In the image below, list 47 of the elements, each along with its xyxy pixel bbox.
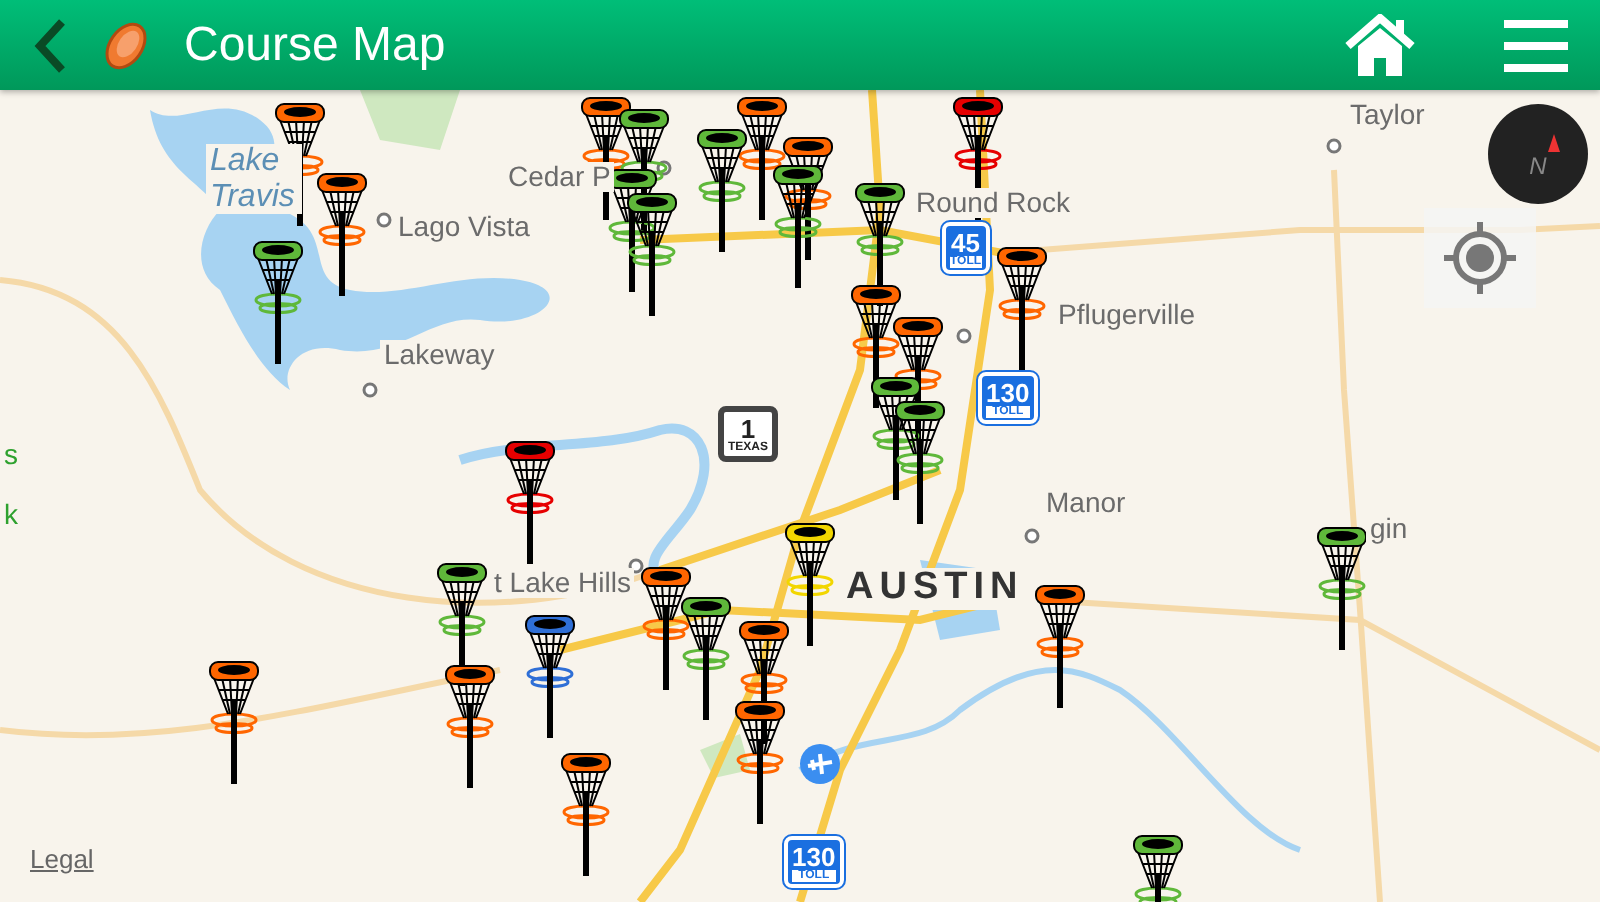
back-button[interactable] <box>32 17 68 73</box>
place-label: Lago Vista <box>394 212 534 243</box>
disc-golf-basket-pin[interactable] <box>994 246 1050 370</box>
place-label: Pflugerville <box>1054 300 1199 331</box>
disc-golf-basket-pin[interactable] <box>624 192 680 316</box>
town-marker-icon <box>362 382 378 398</box>
town-marker-icon <box>1024 528 1040 544</box>
town-marker-icon <box>628 558 644 574</box>
compass-needle-icon <box>1548 134 1560 152</box>
disc-golf-basket-pin[interactable] <box>1314 526 1370 650</box>
disc-golf-basket-pin[interactable] <box>558 752 614 876</box>
place-label: Round Rock <box>912 188 1075 219</box>
legal-link[interactable]: Legal <box>30 839 94 878</box>
place-label: Lakeway <box>380 340 499 371</box>
disc-golf-basket-pin[interactable] <box>250 240 306 364</box>
disc-icon <box>100 19 152 71</box>
town-marker-icon <box>376 212 392 228</box>
place-label: Taylor <box>1346 100 1429 131</box>
disc-golf-basket-pin[interactable] <box>892 400 948 524</box>
lake-label: Lake Travis <box>206 144 302 215</box>
compass[interactable]: N <box>1488 104 1588 204</box>
page-title: Course Map <box>184 21 446 69</box>
place-label: t Lake Hills <box>490 568 635 599</box>
menu-button[interactable] <box>1504 19 1568 71</box>
disc-golf-basket-pin[interactable] <box>502 440 558 564</box>
disc-golf-basket-pin[interactable] <box>678 596 734 720</box>
disc-golf-basket-pin[interactable] <box>1032 584 1088 708</box>
place-label: Cedar P <box>504 162 615 193</box>
disc-golf-basket-pin[interactable] <box>770 164 826 288</box>
town-marker-icon <box>1326 138 1342 154</box>
disc-golf-basket-pin[interactable] <box>314 172 370 296</box>
compass-label: N <box>1527 150 1549 184</box>
town-marker-icon <box>656 160 672 176</box>
locate-button[interactable] <box>1424 208 1536 308</box>
disc-golf-basket-pin[interactable] <box>206 660 262 784</box>
place-label: gin <box>1366 514 1412 545</box>
disc-golf-basket-pin[interactable] <box>522 614 578 738</box>
disc-golf-basket-pin[interactable] <box>442 664 498 788</box>
disc-golf-basket-pin[interactable] <box>638 566 694 690</box>
disc-golf-basket-pin[interactable] <box>694 128 750 252</box>
airport-icon <box>800 744 840 784</box>
town-marker-icon <box>956 328 972 344</box>
park-area <box>700 734 750 778</box>
place-label: Manor <box>1042 488 1130 519</box>
home-button[interactable] <box>1344 13 1416 77</box>
disc-golf-basket-pin[interactable] <box>732 700 788 824</box>
disc-golf-basket-pin[interactable] <box>782 522 838 646</box>
